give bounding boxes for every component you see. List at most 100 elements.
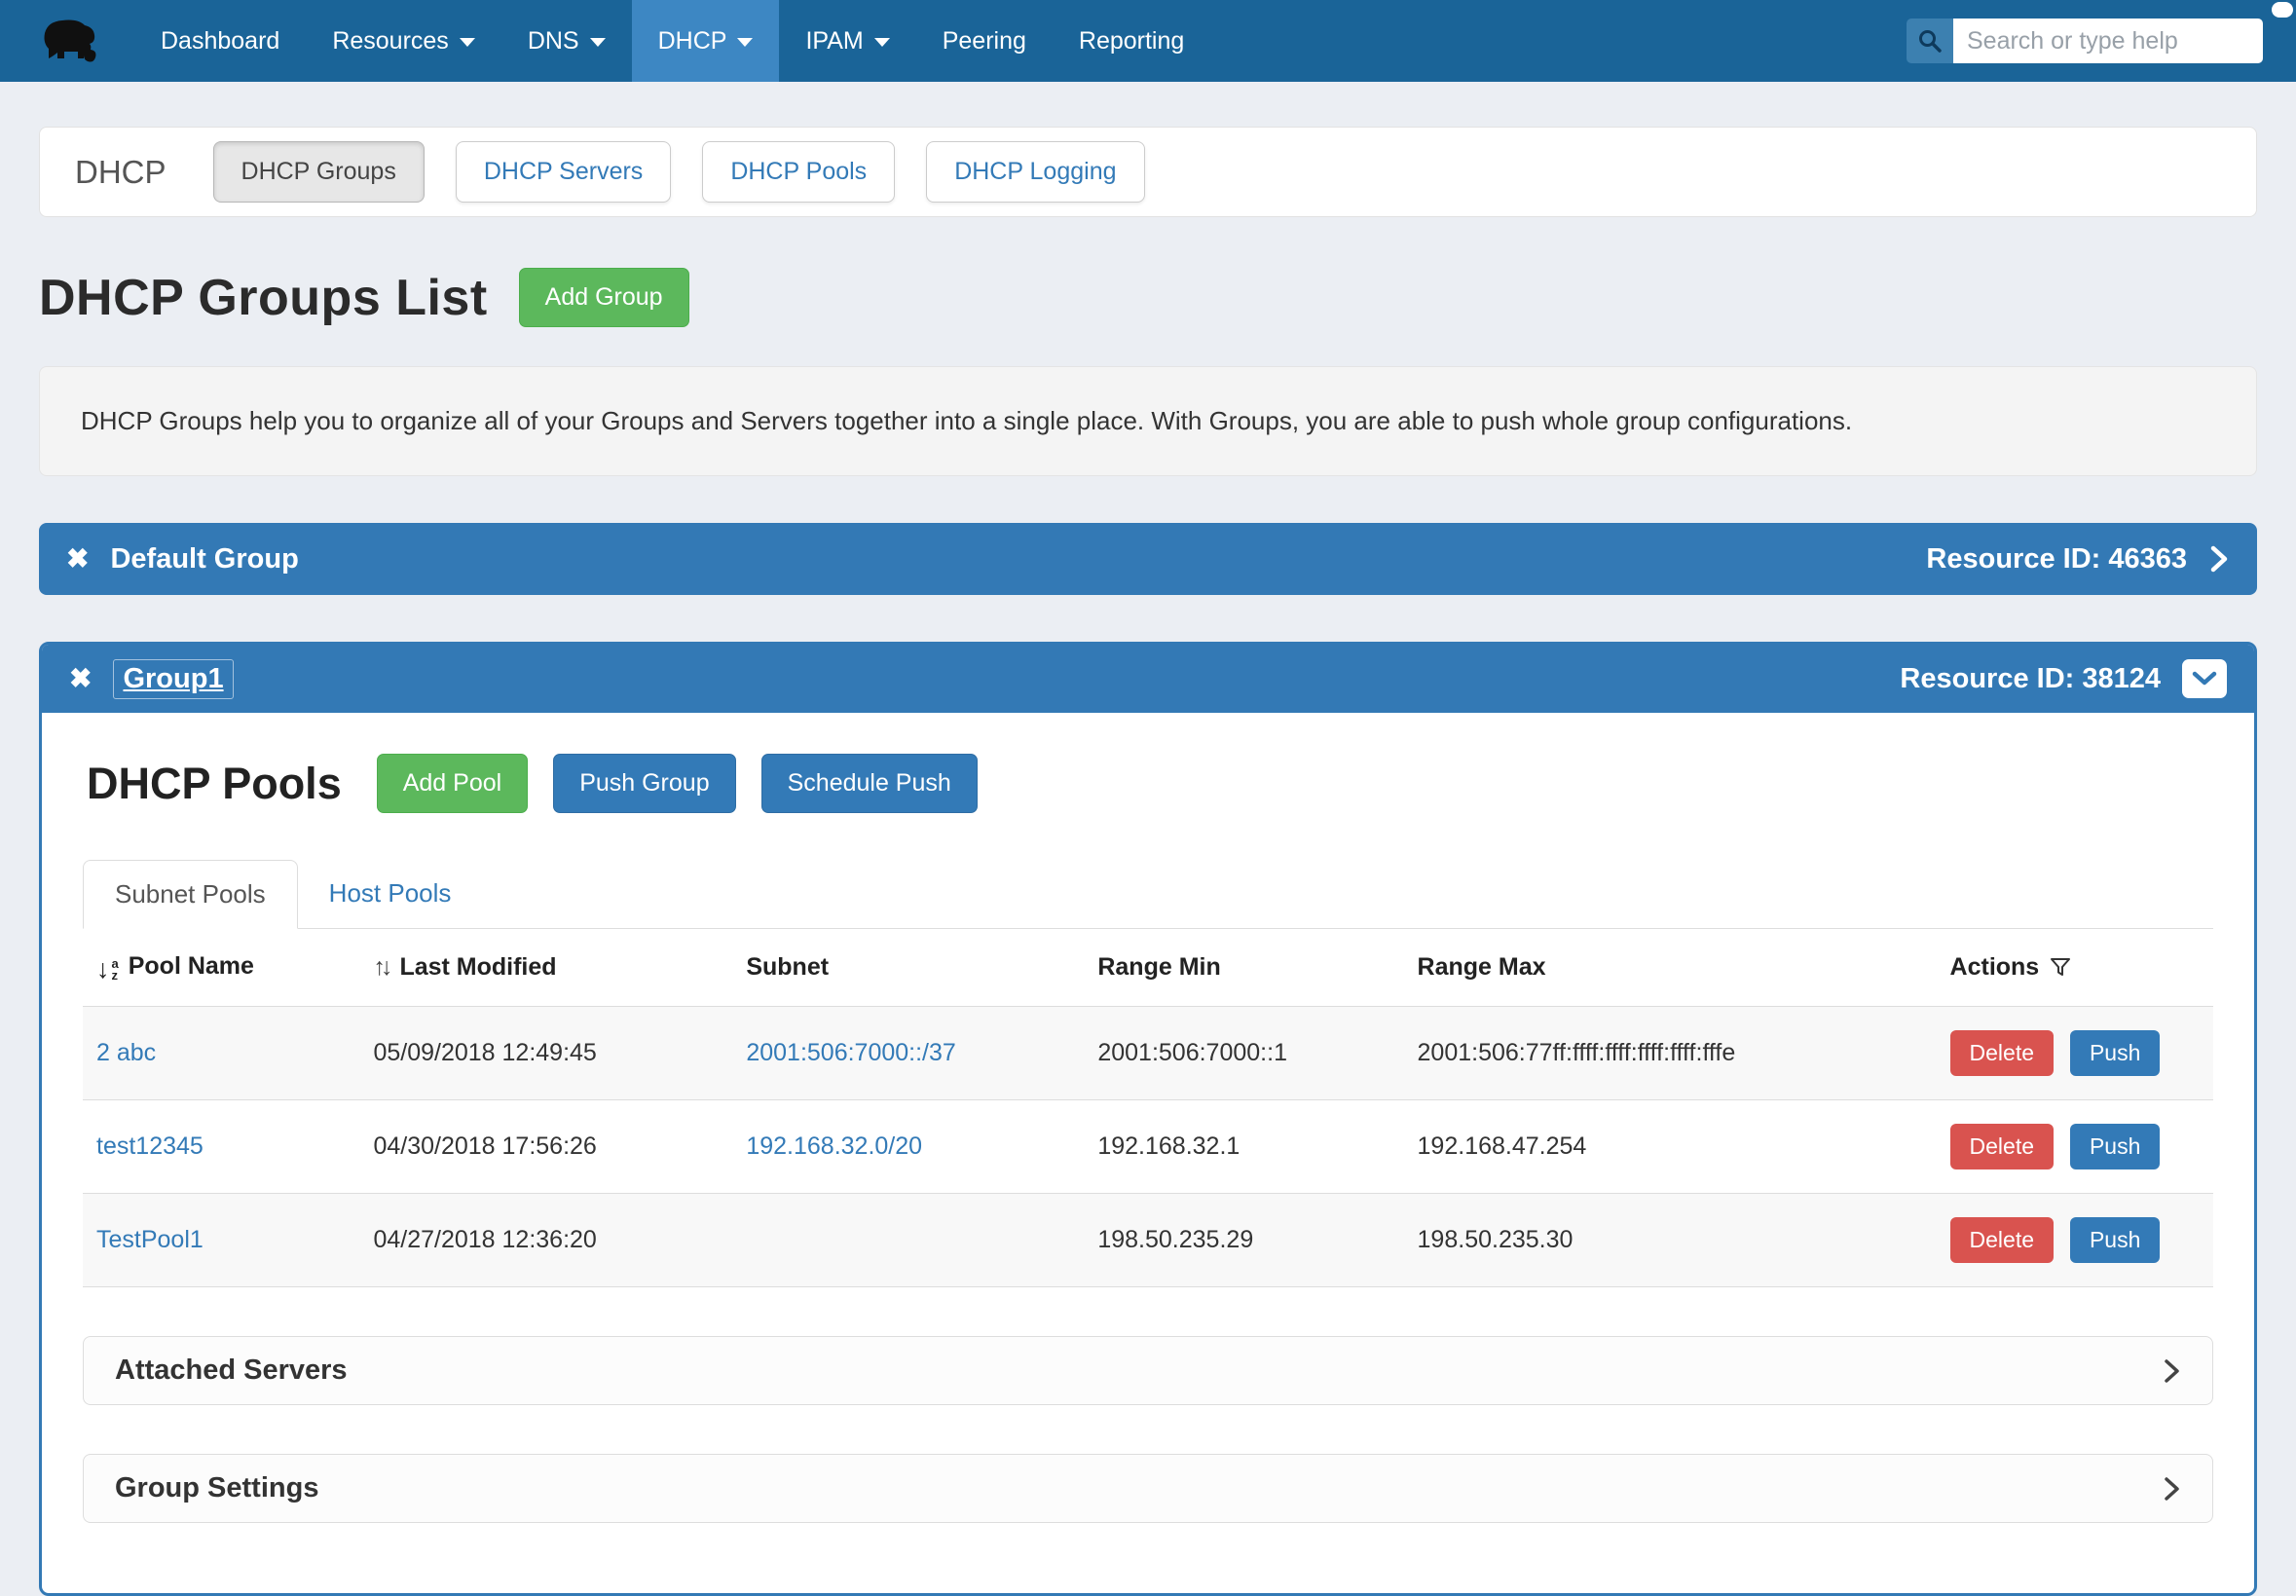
nav-dashboard[interactable]: Dashboard [134, 0, 306, 82]
page-header: DHCP Groups List Add Group [39, 268, 2257, 327]
filter-icon[interactable] [2049, 955, 2072, 979]
tab-host-pools[interactable]: Host Pools [298, 860, 483, 929]
tab-dhcp-logging[interactable]: DHCP Logging [926, 141, 1144, 203]
tab-subnet-pools[interactable]: Subnet Pools [83, 860, 298, 929]
chevron-right-icon[interactable] [2208, 544, 2230, 574]
top-navbar: Dashboard Resources DNS DHCP IPAM Peerin… [0, 0, 2296, 82]
dhcp-subnav-card: DHCP DHCP Groups DHCP Servers DHCP Pools… [39, 127, 2257, 217]
resource-id-label: Resource ID: 46363 [1926, 543, 2187, 575]
schedule-push-button[interactable]: Schedule Push [761, 754, 978, 813]
scrollbar-thumb[interactable] [2272, 2, 2293, 18]
col-range-max[interactable]: Range Max [1404, 929, 1937, 1007]
add-group-button[interactable]: Add Group [519, 268, 689, 327]
push-button[interactable]: Push [2070, 1217, 2160, 1263]
last-modified-cell: 05/09/2018 12:49:45 [359, 1007, 732, 1100]
table-header-row: ↓az Pool Name ↑↓Last Modified Subnet Rang… [83, 929, 2213, 1007]
tab-dhcp-groups[interactable]: DHCP Groups [213, 141, 425, 203]
nav-resources[interactable]: Resources [306, 0, 501, 82]
mammoth-logo-icon [39, 16, 101, 66]
delete-button[interactable]: Delete [1950, 1030, 2054, 1076]
push-button[interactable]: Push [2070, 1030, 2160, 1076]
nav-dashboard-label: Dashboard [161, 27, 279, 56]
group-name: Default Group [110, 543, 298, 575]
group-settings-section[interactable]: Group Settings [83, 1454, 2213, 1523]
chevron-right-icon [2164, 1358, 2181, 1384]
pool-name-link[interactable]: TestPool1 [96, 1226, 204, 1253]
delete-button[interactable]: Delete [1950, 1124, 2054, 1169]
main-nav: Dashboard Resources DNS DHCP IPAM Peerin… [134, 0, 1210, 82]
col-label: Range Max [1418, 953, 1546, 981]
nav-peering[interactable]: Peering [916, 0, 1053, 82]
sort-alpha-asc-icon: ↓az [96, 956, 119, 983]
col-last-modified[interactable]: ↑↓Last Modified [359, 929, 732, 1007]
pools-tabs: Subnet Pools Host Pools [83, 860, 2213, 929]
range-min-cell: 198.50.235.29 [1084, 1194, 1403, 1287]
section-label: Attached Servers [115, 1355, 348, 1387]
caret-down-icon [874, 38, 890, 47]
description-well: DHCP Groups help you to organize all of … [39, 366, 2257, 476]
last-modified-cell: 04/27/2018 12:36:20 [359, 1194, 732, 1287]
subnet-pools-table: ↓az Pool Name ↑↓Last Modified Subnet Rang… [83, 929, 2213, 1287]
attached-servers-section[interactable]: Attached Servers [83, 1336, 2213, 1405]
col-actions: Actions [1937, 929, 2213, 1007]
resource-id-label: Resource ID: 38124 [1900, 663, 2161, 695]
col-subnet[interactable]: Subnet [732, 929, 1084, 1007]
nav-reporting-label: Reporting [1079, 27, 1184, 56]
pool-row: test12345 04/30/2018 17:56:26 192.168.32… [83, 1100, 2213, 1194]
chevron-right-icon [2164, 1476, 2181, 1502]
col-pool-name[interactable]: ↓az Pool Name [83, 929, 359, 1007]
push-button[interactable]: Push [2070, 1124, 2160, 1169]
group-name-edit-link[interactable]: Group1 [113, 659, 233, 699]
description-text: DHCP Groups help you to organize all of … [81, 406, 1852, 435]
nav-reporting[interactable]: Reporting [1053, 0, 1210, 82]
col-label: Pool Name [129, 952, 254, 980]
pool-row: TestPool1 04/27/2018 12:36:20 198.50.235… [83, 1194, 2213, 1287]
nav-dhcp[interactable]: DHCP [632, 0, 780, 82]
nav-ipam-label: IPAM [805, 27, 863, 56]
add-pool-button[interactable]: Add Pool [377, 754, 528, 813]
delete-button[interactable]: Delete [1950, 1217, 2054, 1263]
range-max-cell: 2001:506:77ff:ffff:ffff:ffff:ffff:fffe [1404, 1007, 1937, 1100]
page-title: DHCP Groups List [39, 269, 488, 327]
nav-dhcp-label: DHCP [658, 27, 727, 56]
section-label: Group Settings [115, 1472, 318, 1504]
subnav-title: DHCP [75, 154, 167, 191]
last-modified-cell: 04/30/2018 17:56:26 [359, 1100, 732, 1194]
caret-down-icon [460, 38, 475, 47]
nav-dns-label: DNS [528, 27, 579, 56]
caret-down-icon [737, 38, 753, 47]
nav-dns[interactable]: DNS [501, 0, 632, 82]
pools-header: DHCP Pools Add Pool Push Group Schedule … [87, 754, 2213, 813]
push-group-button[interactable]: Push Group [553, 754, 735, 813]
caret-down-icon [590, 38, 606, 47]
pool-row: 2 abc 05/09/2018 12:49:45 2001:506:7000:… [83, 1007, 2213, 1100]
provision-logo[interactable] [39, 0, 101, 82]
col-range-min[interactable]: Range Min [1084, 929, 1403, 1007]
col-label: Actions [1950, 953, 2040, 981]
pool-name-link[interactable]: 2 abc [96, 1039, 156, 1066]
pool-name-link[interactable]: test12345 [96, 1132, 204, 1160]
search-input[interactable] [1953, 19, 2263, 63]
nav-ipam[interactable]: IPAM [779, 0, 915, 82]
range-min-cell: 2001:506:7000::1 [1084, 1007, 1403, 1100]
tab-dhcp-pools[interactable]: DHCP Pools [702, 141, 895, 203]
col-label: Range Min [1097, 953, 1220, 981]
subnet-link[interactable]: 192.168.32.0/20 [746, 1132, 922, 1160]
range-max-cell: 198.50.235.30 [1404, 1194, 1937, 1287]
search-icon[interactable] [1907, 19, 1953, 63]
group-panel-group1: ✖ Group1 Resource ID: 38124 DHCP Pools A… [39, 642, 2257, 1596]
col-label: Last Modified [399, 953, 556, 981]
group-row-default-group[interactable]: ✖ Default Group Resource ID: 46363 [39, 523, 2257, 595]
tab-dhcp-servers[interactable]: DHCP Servers [456, 141, 671, 203]
delete-group-icon[interactable]: ✖ [69, 665, 92, 692]
delete-group-icon[interactable]: ✖ [66, 545, 89, 573]
collapse-group-button[interactable] [2182, 659, 2227, 698]
pools-title: DHCP Pools [87, 759, 342, 809]
col-label: Subnet [746, 953, 829, 981]
group1-detail: DHCP Pools Add Pool Push Group Schedule … [42, 713, 2254, 1593]
subnet-link[interactable]: 2001:506:7000::/37 [746, 1039, 955, 1066]
nav-peering-label: Peering [943, 27, 1026, 56]
group-row-group1[interactable]: ✖ Group1 Resource ID: 38124 [42, 645, 2254, 713]
range-min-cell: 192.168.32.1 [1084, 1100, 1403, 1194]
nav-resources-label: Resources [332, 27, 449, 56]
